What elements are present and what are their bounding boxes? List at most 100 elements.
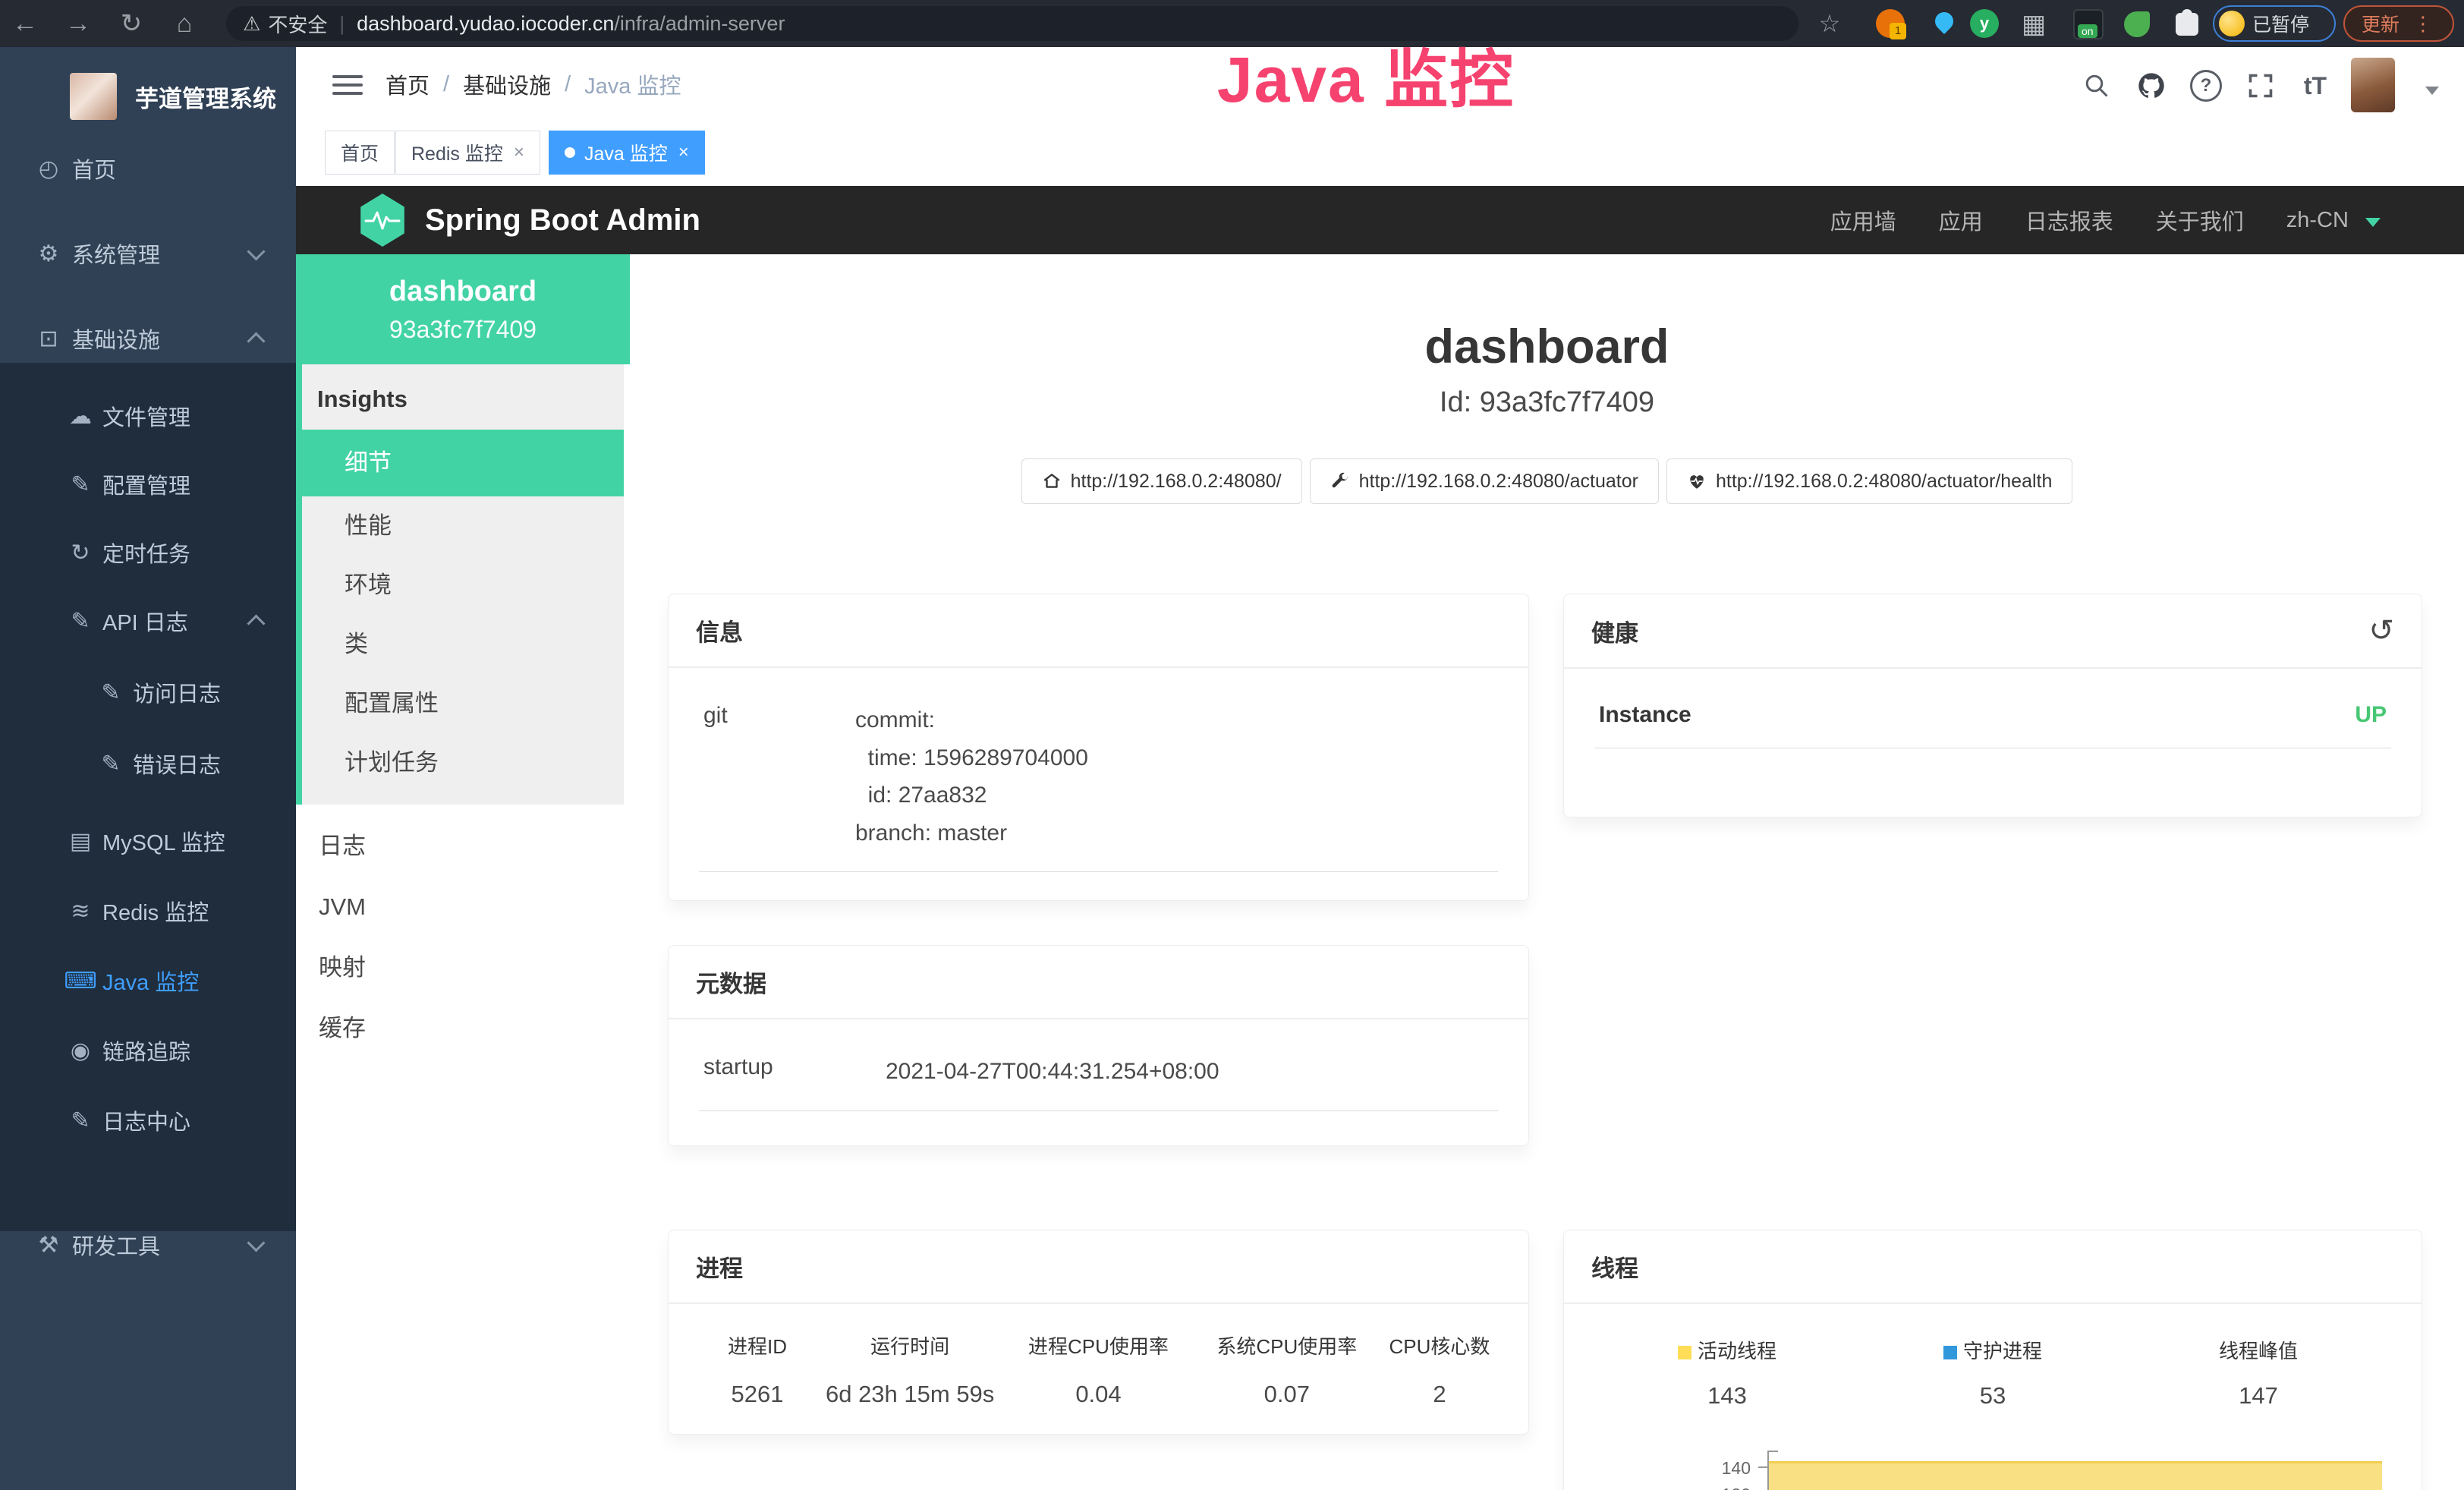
log-icon: ✎ [94,679,127,706]
sidebar-item-access-logs[interactable]: ✎ 访问日志 [0,658,296,726]
info-card-header: 信息 [669,594,1528,668]
user-avatar[interactable] [2351,58,2395,112]
profile-avatar-emoji [2219,11,2245,36]
help-icon[interactable]: ? [2187,67,2225,105]
instance-links: http://192.168.0.2:48080/ http://192.168… [630,458,2464,504]
browser-menu-dots-icon[interactable]: ⋮ [2413,12,2433,36]
legend-live-threads: 活动线程 143 [1594,1336,1860,1410]
sba-item-scheduled[interactable]: 计划任务 [302,733,624,792]
sba-item-metrics[interactable]: 性能 [302,496,624,556]
info-git-row: git commit: time: 1596289704000 id: 27aa… [699,695,1498,872]
avatar-caret-icon[interactable] [2425,87,2439,95]
process-pid-value: 5261 [699,1381,816,1408]
sidebar-item-file-management[interactable]: ☁ 文件管理 [0,382,296,450]
ytick-140: 140 [1685,1458,1751,1479]
profile-paused-chip[interactable]: 已暂停 [2213,5,2336,42]
sba-header: Spring Boot Admin 应用墙 应用 日志报表 关于我们 zh-CN [296,186,2464,254]
heartbeat-icon [1687,471,1707,491]
sidebar-item-config-management[interactable]: ✎ 配置管理 [0,450,296,518]
log-icon: ✎ [94,751,127,777]
sidebar-item-error-logs[interactable]: ✎ 错误日志 [0,729,296,798]
sba-item-caches[interactable]: 缓存 [296,998,630,1059]
process-uptime-value: 6d 23h 15m 59s [816,1381,1004,1408]
screen: ← → ↻ ⌂ ⚠ 不安全 | dashboard.yudao.iocoder.… [0,0,2464,1490]
sba-item-environment[interactable]: 环境 [302,556,624,615]
sba-nav-about[interactable]: 关于我们 [2156,204,2244,236]
extension-icon-pin[interactable] [1929,9,1959,39]
sidebar-item-system-management[interactable]: ⚙ 系统管理 [0,219,296,288]
sba-nav-wallboard[interactable]: 应用墙 [1830,204,1896,236]
breadcrumb-home[interactable]: 首页 [385,68,430,100]
bookmark-star-icon[interactable]: ☆ [1811,0,1849,47]
sidebar-item-mysql-monitor[interactable]: ▤ MySQL 监控 [0,807,296,875]
history-icon[interactable]: ↺ [2368,613,2394,648]
search-icon[interactable] [2078,67,2116,105]
hamburger-icon[interactable] [332,70,363,97]
extension-icon-leaf[interactable] [2122,9,2152,39]
sidebar-item-dev-tools[interactable]: ⚒ 研发工具 [0,1211,296,1279]
paused-label: 已暂停 [2252,10,2309,37]
close-icon[interactable]: × [678,142,689,163]
update-label: 更新 [2362,10,2399,37]
chevron-down-icon [247,1233,265,1252]
sba-item-details[interactable]: 细节 [302,430,624,496]
sba-item-logs[interactable]: 日志 [296,816,630,877]
browser-reload-icon[interactable]: ↻ [112,0,150,47]
clock-icon: ↻ [64,540,97,566]
instance-id-subtitle: Id: 93a3fc7f7409 [630,386,2464,419]
system-cpu-value: 0.07 [1193,1381,1381,1408]
browser-home-icon[interactable]: ⌂ [165,0,203,47]
process-col-system-cpu: 系统CPU使用率 [1193,1331,1381,1359]
sba-brand-title[interactable]: Spring Boot Admin [425,186,700,254]
health-url-button[interactable]: http://192.168.0.2:48080/actuator/health [1666,458,2072,504]
eye-icon: ◉ [64,1038,97,1064]
fullscreen-icon[interactable] [2242,67,2280,105]
sba-item-classes[interactable]: 类 [302,615,624,674]
info-git-value: commit: time: 1596289704000 id: 27aa832 … [855,701,1493,852]
app-logo-row[interactable]: 芋道管理系统 [0,62,296,131]
app-logo-image [70,73,117,120]
service-url-button[interactable]: http://192.168.0.2:48080/ [1021,458,1302,504]
sidebar-item-log-center[interactable]: ✎ 日志中心 [0,1086,296,1155]
sidebar-item-scheduled-tasks[interactable]: ↻ 定时任务 [0,518,296,587]
tag-home[interactable]: 首页 [325,131,395,175]
health-instance-row[interactable]: Instance UP [1594,696,2391,748]
tag-redis-monitor[interactable]: Redis 监控 × [395,131,540,175]
extension-icon-orange[interactable]: 1 [1876,9,1906,39]
sba-nav-applications[interactable]: 应用 [1939,204,1983,236]
actuator-url-button[interactable]: http://192.168.0.2:48080/actuator [1310,458,1659,504]
browser-back-icon[interactable]: ← [6,0,44,47]
process-card-header: 进程 [669,1230,1528,1304]
browser-forward-icon[interactable]: → [59,0,97,47]
sidebar-item-home[interactable]: ◴ 首页 [0,134,296,203]
tag-java-monitor[interactable]: Java 监控 × [549,131,705,175]
github-icon[interactable] [2132,67,2170,105]
sba-item-mappings[interactable]: 映射 [296,937,630,998]
metadata-card-header: 元数据 [669,946,1528,1019]
y-axis-top-tick [1767,1451,1778,1452]
close-icon[interactable]: × [514,142,524,163]
font-size-icon[interactable]: tT [2296,67,2334,105]
sba-item-jvm[interactable]: JVM [296,877,630,937]
extension-icon-grid[interactable]: ▦ [2019,9,2049,39]
breadcrumb: 首页 / 基础设施 / Java 监控 [385,47,681,121]
not-secure-label[interactable]: 不安全 [268,10,327,38]
cpu-cores-value: 2 [1381,1381,1498,1408]
sidebar-item-tracing[interactable]: ◉ 链路追踪 [0,1016,296,1085]
spring-boot-admin-logo[interactable] [358,194,407,247]
breadcrumb-infrastructure[interactable]: 基础设施 [463,68,551,100]
extension-icon-tampermonkey[interactable]: on [2073,9,2104,39]
sba-instance-name: dashboard [296,276,630,308]
sba-nav-journal[interactable]: 日志报表 [2025,204,2113,236]
sidebar-item-java-monitor[interactable]: ⌨ Java 监控 [0,947,296,1015]
process-cpu-value: 0.04 [1004,1381,1192,1408]
extension-icon-green-y[interactable]: y [1970,9,2000,39]
sba-locale-select[interactable]: zh-CN [2286,208,2381,233]
sba-instance-card[interactable]: dashboard 93a3fc7f7409 [296,254,630,364]
sidebar-item-api-logs[interactable]: ✎ API 日志 [0,587,296,655]
sba-item-config-props[interactable]: 配置属性 [302,674,624,733]
sidebar-item-redis-monitor[interactable]: ≋ Redis 监控 [0,877,296,945]
sidebar-item-infrastructure[interactable]: ⊡ 基础设施 [0,304,296,373]
extensions-puzzle-icon[interactable] [2172,9,2202,39]
chrome-update-button[interactable]: 更新 ⋮ [2343,5,2454,42]
